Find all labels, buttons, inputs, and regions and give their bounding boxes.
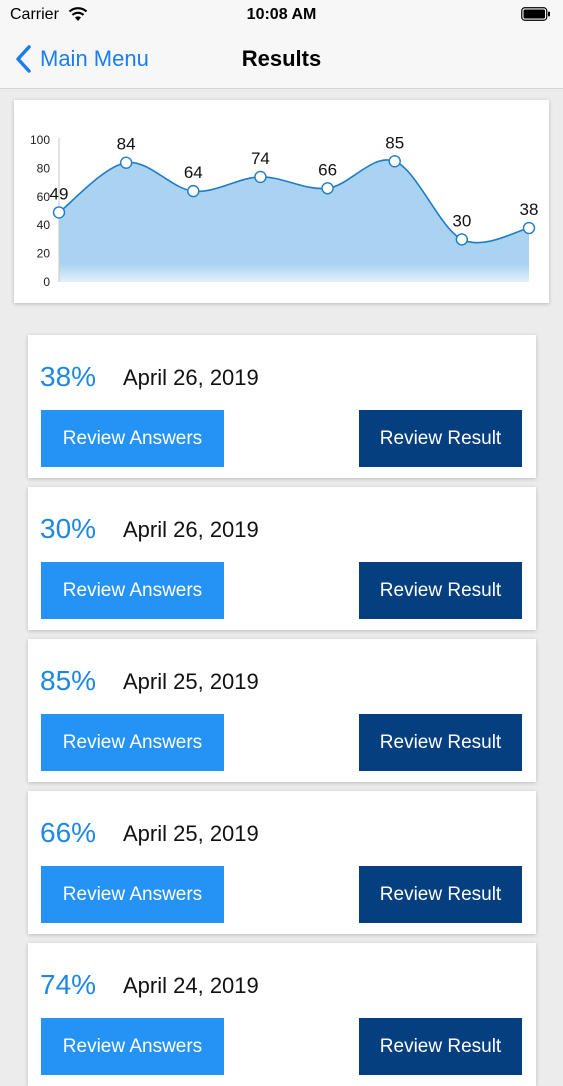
result-date: April 26, 2019	[123, 517, 259, 542]
review-result-button[interactable]: Review Result	[359, 866, 522, 923]
data-point	[52, 206, 66, 219]
data-label: 30	[452, 211, 471, 230]
data-point	[187, 184, 200, 198]
review-answers-button[interactable]: Review Answers	[41, 410, 224, 467]
data-label: 85	[385, 133, 404, 152]
result-card: 38% April 26, 2019 Review Answers Review…	[28, 335, 536, 478]
result-date: April 25, 2019	[123, 669, 259, 694]
result-card: 30% April 26, 2019 Review Answers Review…	[28, 487, 536, 630]
y-tick-label: 0	[43, 275, 50, 289]
review-result-button[interactable]: Review Result	[359, 1018, 522, 1075]
score-value: 30%	[40, 513, 97, 544]
clock: 10:08 AM	[246, 6, 317, 23]
page-title: Results	[241, 46, 322, 71]
result-card: 74% April 24, 2019 Review Answers Review…	[28, 943, 536, 1086]
result-card: 66% April 25, 2019 Review Answers Review…	[28, 791, 536, 934]
score-value: 38%	[40, 361, 97, 392]
results-chart: 0 20 40 60 80 100 49 84 64 74 66 85 30 38	[30, 133, 539, 289]
data-point	[119, 156, 133, 169]
data-point	[388, 155, 401, 168]
result-date: April 24, 2019	[123, 973, 259, 998]
review-answers-button[interactable]: Review Answers	[41, 1018, 224, 1075]
data-label: 84	[117, 135, 136, 154]
score-value: 85%	[40, 665, 97, 696]
navigation-bar: Main Menu Results	[0, 30, 563, 89]
y-tick-label: 80	[37, 161, 51, 175]
result-card: 85% April 25, 2019 Review Answers Review…	[28, 639, 536, 782]
review-result-button[interactable]: Review Result	[359, 562, 522, 619]
y-tick-label: 60	[37, 190, 51, 204]
data-point	[455, 233, 469, 246]
y-tick-label: 20	[37, 247, 51, 261]
data-label: 74	[251, 149, 270, 168]
data-label: 38	[520, 200, 539, 219]
review-answers-button[interactable]: Review Answers	[41, 562, 224, 619]
score-value: 66%	[40, 817, 97, 848]
review-result-button[interactable]: Review Result	[359, 714, 522, 771]
review-result-button[interactable]: Review Result	[359, 410, 522, 467]
y-tick-label: 100	[30, 133, 50, 147]
review-answers-button[interactable]: Review Answers	[41, 714, 224, 771]
review-answers-button[interactable]: Review Answers	[41, 866, 224, 923]
data-label: 66	[318, 160, 337, 179]
result-date: April 26, 2019	[123, 365, 259, 390]
result-date: April 25, 2019	[123, 821, 259, 846]
data-point	[522, 221, 536, 235]
data-label: 49	[50, 184, 69, 203]
score-value: 74%	[40, 969, 97, 1000]
results-chart-card: 0 20 40 60 80 100 49 84 64 74 66 85 30 38	[14, 100, 549, 303]
y-tick-label: 40	[37, 218, 51, 232]
data-point	[321, 182, 334, 195]
battery-icon	[521, 7, 550, 21]
data-label: 64	[184, 163, 203, 182]
data-point	[254, 170, 267, 184]
status-bar: Carrier 10:08 AM	[0, 0, 563, 30]
